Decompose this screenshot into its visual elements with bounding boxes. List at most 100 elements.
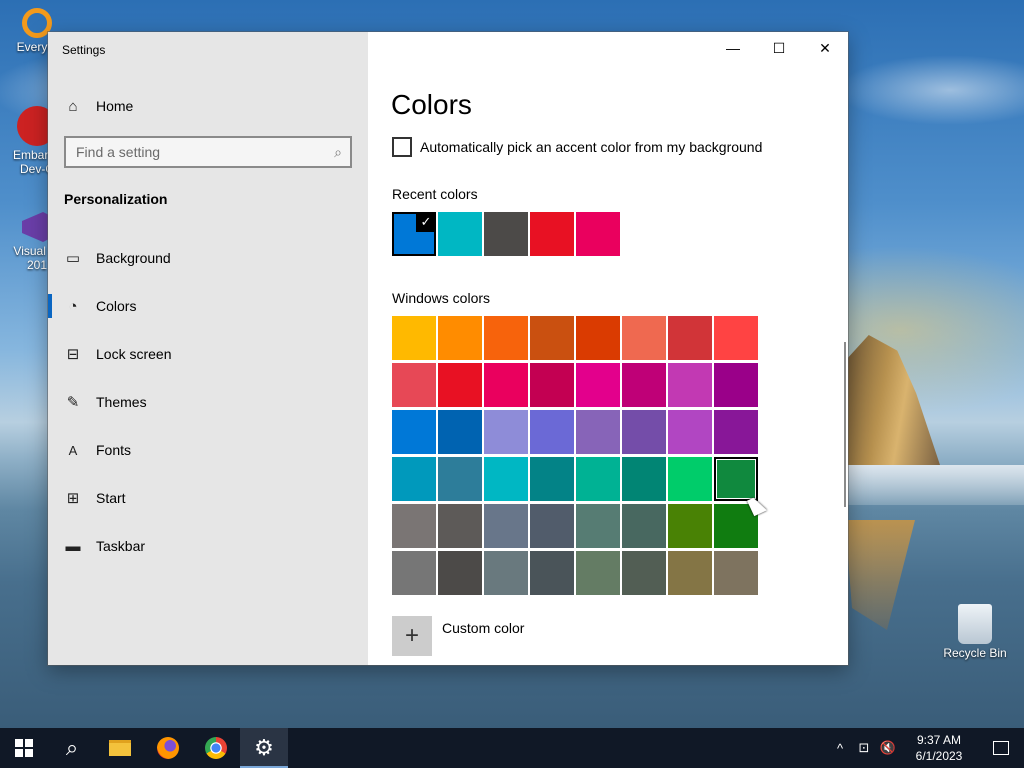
windows-color-swatch[interactable] (622, 363, 666, 407)
windows-color-swatch[interactable] (438, 504, 482, 548)
windows-color-swatch[interactable] (714, 363, 758, 407)
recent-color-swatch[interactable] (530, 212, 574, 256)
brush-icon: ✎ (66, 394, 80, 411)
firefox-button[interactable] (144, 728, 192, 768)
windows-color-swatch[interactable] (530, 363, 574, 407)
windows-color-swatch[interactable] (576, 504, 620, 548)
windows-color-swatch[interactable] (622, 410, 666, 454)
windows-color-swatch[interactable] (484, 551, 528, 595)
taskbar: ⌕ ⚙ ^ ⊡ 🔇 9:37 AM 6/1/2023 (0, 728, 1024, 768)
windows-color-swatch[interactable] (392, 363, 436, 407)
nav-item-label: Colors (96, 298, 137, 314)
windows-color-swatch[interactable] (714, 551, 758, 595)
windows-color-swatch[interactable] (668, 410, 712, 454)
windows-color-swatch[interactable] (622, 551, 666, 595)
windows-color-swatch[interactable] (438, 551, 482, 595)
file-explorer-button[interactable] (96, 728, 144, 768)
windows-color-swatch[interactable] (576, 457, 620, 501)
windows-color-swatch[interactable] (668, 316, 712, 360)
clock-time: 9:37 AM (916, 733, 962, 747)
windows-color-swatch[interactable] (668, 551, 712, 595)
nav-item-taskbar[interactable]: ▬ Taskbar (48, 524, 368, 568)
windows-color-swatch[interactable] (438, 363, 482, 407)
search-icon[interactable]: ⌕ (334, 144, 342, 161)
windows-color-swatch[interactable] (530, 551, 574, 595)
home-icon: ⌂ (68, 97, 78, 115)
plus-icon: + (404, 622, 419, 649)
nav-home[interactable]: ⌂ Home (48, 84, 368, 128)
content-scrollbar[interactable] (844, 342, 846, 507)
network-icon[interactable]: ⊡ (852, 728, 876, 768)
recent-color-swatch[interactable] (484, 212, 528, 256)
windows-color-swatch[interactable] (392, 316, 436, 360)
nav-item-background[interactable]: ▭ Background (48, 236, 368, 280)
recent-color-swatch[interactable] (576, 212, 620, 256)
chevron-up-icon[interactable]: ^ (828, 728, 852, 768)
windows-color-swatch[interactable] (714, 457, 758, 501)
windows-color-swatch[interactable] (438, 316, 482, 360)
auto-accent-option[interactable]: Automatically pick an accent color from … (392, 137, 762, 157)
windows-color-swatch[interactable] (530, 504, 574, 548)
nav-item-fonts[interactable]: A Fonts (48, 428, 368, 472)
search-button[interactable]: ⌕ (48, 728, 96, 768)
windows-color-swatch[interactable] (622, 316, 666, 360)
firefox-icon (157, 737, 179, 759)
nav-item-label: Fonts (96, 442, 132, 458)
chrome-button[interactable] (192, 728, 240, 768)
wallpaper-surf (845, 465, 1024, 505)
auto-accent-label: Automatically pick an accent color from … (420, 139, 763, 155)
custom-color-label[interactable]: Custom color (442, 620, 524, 636)
volume-muted-icon[interactable]: 🔇 (876, 728, 900, 768)
start-button[interactable] (0, 728, 48, 768)
windows-color-swatch[interactable] (668, 457, 712, 501)
windows-color-swatch[interactable] (530, 316, 574, 360)
settings-button[interactable]: ⚙ (240, 728, 288, 768)
windows-color-swatch[interactable] (438, 410, 482, 454)
windows-color-swatch[interactable] (622, 457, 666, 501)
windows-color-swatch[interactable] (668, 504, 712, 548)
windows-color-swatch[interactable] (530, 457, 574, 501)
windows-color-swatch[interactable] (484, 316, 528, 360)
window-title: Settings (62, 43, 106, 57)
nav-item-lock-screen[interactable]: ⊟ Lock screen (48, 332, 368, 376)
windows-color-swatch[interactable] (392, 504, 436, 548)
windows-color-swatch[interactable] (392, 551, 436, 595)
windows-color-swatch[interactable] (484, 457, 528, 501)
auto-accent-checkbox[interactable] (392, 137, 412, 157)
chrome-icon (205, 737, 227, 759)
windows-color-swatch[interactable] (484, 363, 528, 407)
search-input[interactable]: Find a setting ⌕ (64, 136, 352, 168)
clock[interactable]: 9:37 AM 6/1/2023 (900, 732, 978, 764)
windows-color-swatch[interactable] (576, 316, 620, 360)
maximize-button[interactable]: ☐ (756, 32, 802, 64)
windows-color-swatch[interactable] (576, 410, 620, 454)
nav-item-themes[interactable]: ✎ Themes (48, 380, 368, 424)
taskbar-icon: ▬ (65, 537, 81, 555)
windows-color-swatch[interactable] (576, 551, 620, 595)
windows-color-swatch[interactable] (392, 410, 436, 454)
settings-window: Settings ⌂ Home Find a setting ⌕ Persona… (48, 32, 848, 665)
windows-color-swatch[interactable] (622, 504, 666, 548)
nav-item-colors[interactable]: ◔ Colors (48, 284, 368, 328)
minimize-button[interactable]: — (710, 32, 756, 64)
custom-color-button[interactable]: + (392, 616, 432, 656)
windows-color-swatch[interactable] (392, 457, 436, 501)
windows-color-swatch[interactable] (484, 504, 528, 548)
windows-color-swatch[interactable] (530, 410, 574, 454)
windows-color-swatch[interactable] (484, 410, 528, 454)
recycle-bin-icon (958, 604, 992, 644)
recent-colors-label: Recent colors (392, 186, 478, 202)
desktop-icon-label: Recycle Bin (943, 646, 1007, 660)
recent-color-swatch[interactable] (438, 212, 482, 256)
nav-section-title: Personalization (64, 191, 168, 207)
windows-color-swatch[interactable] (714, 410, 758, 454)
nav-item-start[interactable]: ⊞ Start (48, 476, 368, 520)
windows-color-swatch[interactable] (576, 363, 620, 407)
windows-color-swatch[interactable] (714, 316, 758, 360)
desktop-icon-recycle-bin[interactable]: Recycle Bin (940, 604, 1010, 660)
notifications-button[interactable] (978, 728, 1024, 768)
windows-color-swatch[interactable] (438, 457, 482, 501)
recent-color-swatch[interactable]: ✓ (392, 212, 436, 256)
windows-color-swatch[interactable] (668, 363, 712, 407)
close-button[interactable]: ✕ (802, 32, 848, 64)
